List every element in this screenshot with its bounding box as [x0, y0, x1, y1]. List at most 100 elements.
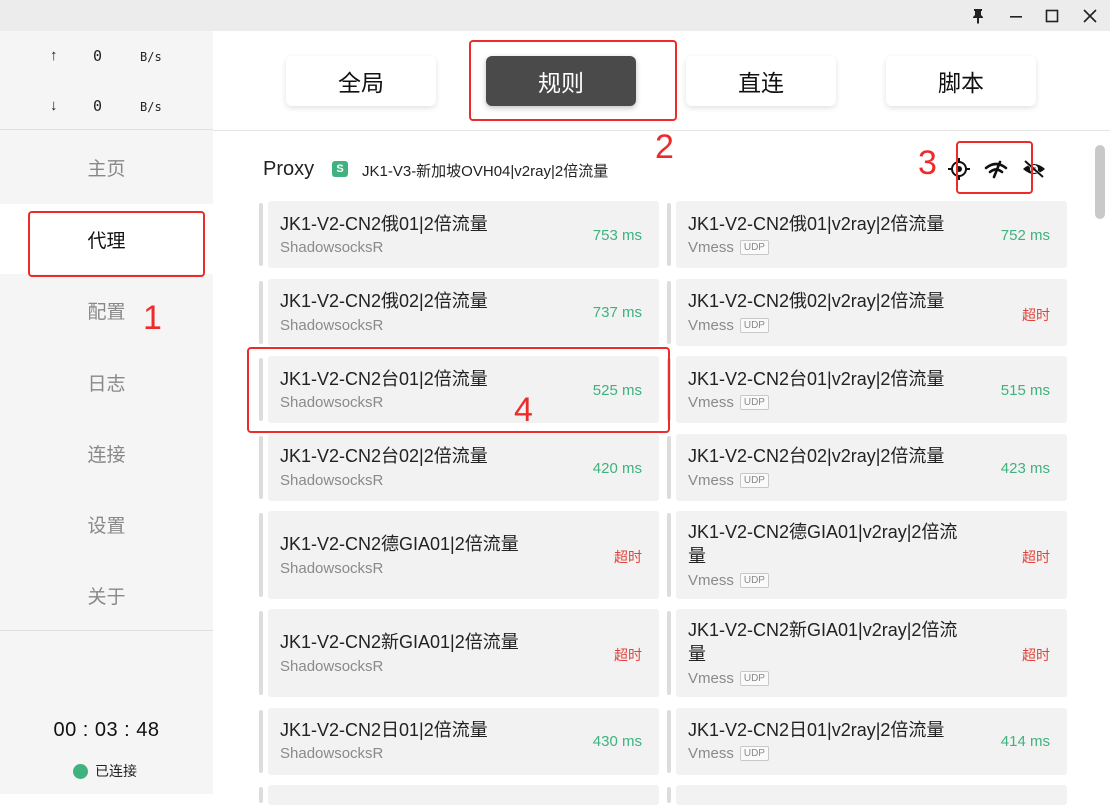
proxy-type: Vmess UDP — [688, 239, 769, 256]
tab-rule[interactable]: 规则 — [486, 56, 636, 106]
proxy-type-label: Vmess — [688, 394, 734, 411]
proxy-card[interactable]: JK1-V2-CN2台01|2倍流量 ShadowsocksR 525 ms — [259, 356, 659, 423]
selected-proxy: JK1-V3-新加坡OVH04|v2ray|2倍流量 — [362, 163, 609, 180]
proxy-delay[interactable]: 430 ms — [593, 733, 642, 750]
sidebar-item-profiles[interactable]: 配置 — [0, 275, 213, 345]
proxy-card[interactable]: JK1-V2-CN2台02|v2ray|2倍流量 Vmess UDP 423 ms — [667, 434, 1067, 501]
sidebar-divider — [0, 630, 213, 631]
proxy-delay[interactable]: 414 ms — [1001, 733, 1050, 750]
proxy-name: JK1-V2-CN2德GIA01|v2ray|2倍流量 — [688, 520, 957, 568]
sidebar-item-home[interactable]: 主页 — [0, 132, 213, 202]
proxy-card[interactable]: JK1-V2-CN2日01|v2ray|2倍流量 Vmess UDP 414 ms — [667, 708, 1067, 775]
proxy-delay[interactable]: 超时 — [614, 547, 642, 567]
proxy-name: JK1-V2-CN2日01|2倍流量 — [280, 720, 488, 740]
title-bar — [0, 0, 1110, 31]
card-accent — [259, 787, 263, 803]
tab-script[interactable]: 脚本 — [886, 56, 1036, 106]
pin-icon[interactable] — [966, 4, 990, 28]
proxy-type: Vmess UDP — [688, 317, 769, 334]
proxy-name-line1: JK1-V2-CN2新GIA01|v2ray|2倍流 — [688, 620, 958, 640]
card-accent — [667, 436, 671, 499]
proxy-type: ShadowsocksR — [280, 239, 384, 256]
proxy-name: JK1-V2-CN2俄01|v2ray|2倍流量 — [688, 214, 945, 234]
proxy-card[interactable]: JK1-V2-CN2俄01|2倍流量 ShadowsocksR 753 ms — [259, 201, 659, 268]
connection-status: 已连接 — [73, 761, 137, 781]
proxy-delay[interactable]: 752 ms — [1001, 227, 1050, 244]
sidebar-item-settings[interactable]: 设置 — [0, 489, 213, 559]
annotation-number-3: 3 — [918, 144, 937, 182]
proxy-card[interactable]: JK1-V2-CN2台02|2倍流量 ShadowsocksR 420 ms — [259, 434, 659, 501]
proxy-type: ShadowsocksR — [280, 317, 384, 334]
card-accent — [667, 281, 671, 344]
proxy-card[interactable]: JK1-V2-CN2台01|v2ray|2倍流量 Vmess UDP 515 ms — [667, 356, 1067, 423]
proxy-delay[interactable]: 423 ms — [1001, 460, 1050, 477]
proxy-type-label: Vmess — [688, 317, 734, 334]
tab-direct[interactable]: 直连 — [686, 56, 836, 106]
annotation-number-1: 1 — [143, 299, 162, 337]
sidebar-item-proxy[interactable]: 代理 — [0, 204, 213, 274]
proxy-name: JK1-V2-CN2台01|2倍流量 — [280, 369, 488, 389]
proxy-type: ShadowsocksR — [280, 745, 384, 762]
proxy-name: JK1-V2-CN2俄02|2倍流量 — [280, 291, 488, 311]
proxy-card[interactable]: JK1-V2-CN2德GIA01|v2ray|2倍流量 Vmess UDP 超时 — [667, 511, 1067, 599]
proxy-type: Vmess UDP — [688, 670, 769, 687]
download-arrow-icon: ↓ — [50, 97, 58, 114]
proxy-card[interactable]: JK1-V2-CN2俄01|v2ray|2倍流量 Vmess UDP 752 ms — [667, 201, 1067, 268]
udp-badge: UDP — [739, 240, 769, 255]
proxy-card[interactable] — [667, 785, 1067, 805]
proxy-delay[interactable]: 737 ms — [593, 304, 642, 321]
sidebar: ↑ 0 B/s ↓ 0 B/s 主页 代理 配置 日志 连接 设置 关于 00 … — [0, 31, 213, 794]
proxy-name-line2: 量 — [688, 546, 706, 566]
proxy-name: JK1-V2-CN2台01|v2ray|2倍流量 — [688, 369, 945, 389]
sidebar-item-about[interactable]: 关于 — [0, 560, 213, 630]
proxy-card[interactable]: JK1-V2-CN2俄02|2倍流量 ShadowsocksR 737 ms — [259, 279, 659, 346]
proxy-delay[interactable]: 超时 — [1022, 305, 1050, 325]
proxy-type: Vmess UDP — [688, 472, 769, 489]
group-type-badge: S — [332, 161, 348, 177]
mode-tabs: 全局 规则 直连 脚本 — [213, 31, 1110, 131]
proxy-name: JK1-V2-CN2台02|v2ray|2倍流量 — [688, 446, 945, 466]
proxy-card[interactable]: JK1-V2-CN2新GIA01|2倍流量 ShadowsocksR 超时 — [259, 609, 659, 697]
sidebar-item-logs[interactable]: 日志 — [0, 347, 213, 417]
proxy-delay[interactable]: 515 ms — [1001, 382, 1050, 399]
proxy-delay[interactable]: 525 ms — [593, 382, 642, 399]
card-accent — [259, 281, 263, 344]
scrollbar-thumb[interactable] — [1095, 145, 1105, 219]
udp-badge: UDP — [739, 671, 769, 686]
proxy-delay[interactable]: 420 ms — [593, 460, 642, 477]
proxy-card[interactable]: JK1-V2-CN2日01|2倍流量 ShadowsocksR 430 ms — [259, 708, 659, 775]
proxy-type-label: Vmess — [688, 670, 734, 687]
proxy-type-label: Vmess — [688, 472, 734, 489]
upload-value: 0 — [93, 47, 103, 65]
minimize-icon[interactable] — [1004, 4, 1028, 28]
udp-badge: UDP — [739, 318, 769, 333]
proxy-delay[interactable]: 超时 — [1022, 645, 1050, 665]
proxy-delay[interactable]: 超时 — [1022, 547, 1050, 567]
locate-icon[interactable] — [946, 156, 972, 182]
maximize-icon[interactable] — [1040, 4, 1064, 28]
card-accent — [259, 710, 263, 773]
download-speed: ↓ 0 B/s — [0, 97, 213, 117]
proxy-delay[interactable]: 753 ms — [593, 227, 642, 244]
proxy-name: JK1-V2-CN2俄02|v2ray|2倍流量 — [688, 291, 945, 311]
card-accent — [259, 436, 263, 499]
udp-badge: UDP — [739, 473, 769, 488]
proxy-card[interactable] — [259, 785, 659, 805]
hide-icon[interactable] — [1021, 156, 1047, 182]
upload-speed: ↑ 0 B/s — [0, 47, 213, 67]
proxy-card[interactable]: JK1-V2-CN2德GIA01|2倍流量 ShadowsocksR 超时 — [259, 511, 659, 599]
proxy-type: Vmess UDP — [688, 745, 769, 762]
proxy-card[interactable]: JK1-V2-CN2俄02|v2ray|2倍流量 Vmess UDP 超时 — [667, 279, 1067, 346]
latency-test-icon[interactable] — [983, 156, 1009, 182]
proxy-name: JK1-V2-CN2新GIA01|2倍流量 — [280, 632, 519, 652]
proxy-card[interactable]: JK1-V2-CN2新GIA01|v2ray|2倍流量 Vmess UDP 超时 — [667, 609, 1067, 697]
proxy-delay[interactable]: 超时 — [614, 645, 642, 665]
proxy-type: ShadowsocksR — [280, 560, 384, 577]
card-accent — [259, 358, 263, 421]
proxy-name: JK1-V2-CN2俄01|2倍流量 — [280, 214, 488, 234]
card-accent — [667, 513, 671, 597]
proxy-type: Vmess UDP — [688, 572, 769, 589]
tab-global[interactable]: 全局 — [286, 56, 436, 106]
sidebar-item-connections[interactable]: 连接 — [0, 418, 213, 488]
close-icon[interactable] — [1078, 4, 1102, 28]
